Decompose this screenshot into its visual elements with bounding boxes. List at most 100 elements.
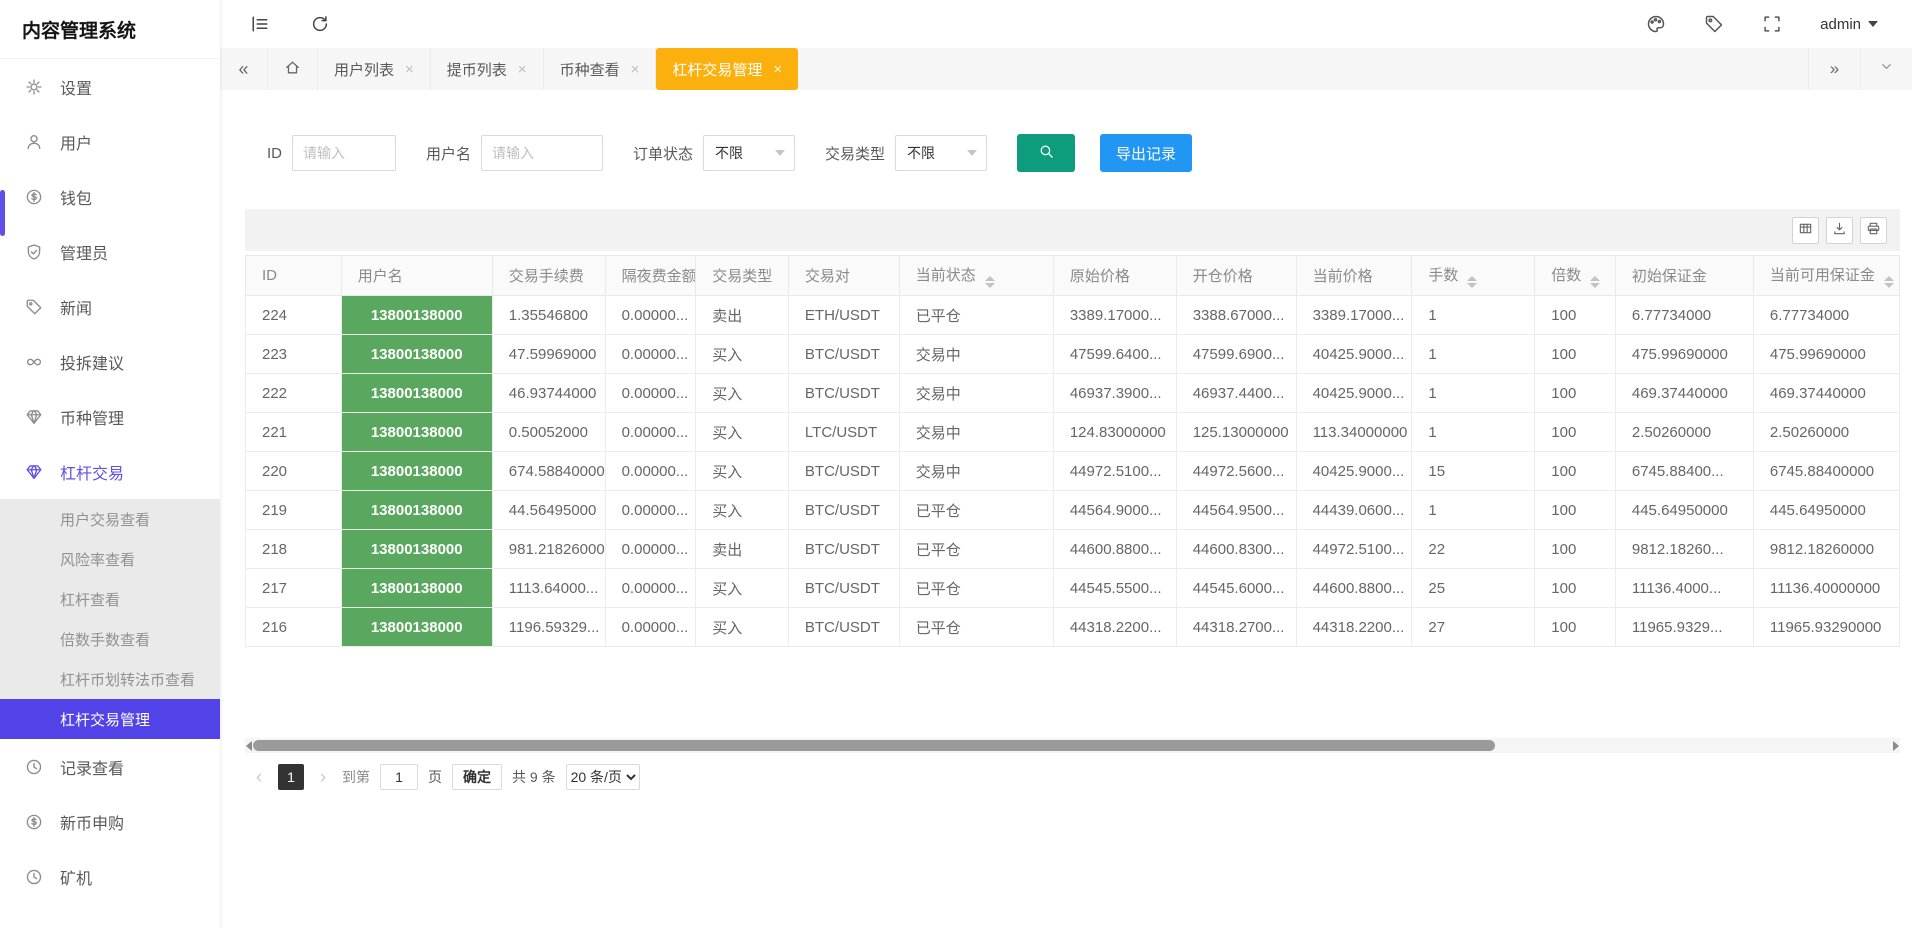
home-tab[interactable]: [268, 48, 318, 90]
current-page-button[interactable]: 1: [278, 764, 304, 790]
tab[interactable]: 杠杆交易管理×: [656, 48, 798, 90]
sort-icon[interactable]: [985, 276, 995, 288]
order-status-select[interactable]: 不限: [703, 135, 795, 171]
cell-lots: 1: [1412, 374, 1535, 413]
sidebar-item[interactable]: 新币申购: [0, 794, 220, 849]
sidebar-subitem[interactable]: 倍数手数查看: [0, 619, 220, 659]
sort-icon[interactable]: [1884, 276, 1894, 288]
cell-lots: 1: [1412, 296, 1535, 335]
columns-icon: [1798, 221, 1813, 240]
close-icon[interactable]: ×: [631, 61, 640, 78]
sidebar-item[interactable]: 管理员: [0, 224, 220, 279]
sidebar-item[interactable]: 设置: [0, 59, 220, 114]
sort-icon[interactable]: [1590, 276, 1600, 288]
columns-button[interactable]: [1792, 217, 1819, 244]
tab[interactable]: 用户列表×: [318, 48, 431, 90]
horizontal-scrollbar-thumb[interactable]: [253, 740, 1495, 751]
cell-pair: BTC/USDT: [788, 335, 899, 374]
tag-icon[interactable]: [1704, 14, 1724, 34]
cell-type: 买入: [696, 452, 789, 491]
username-badge[interactable]: 13800138000: [341, 335, 492, 374]
download-icon: [1832, 221, 1847, 240]
user-menu[interactable]: admin: [1820, 16, 1878, 33]
table-row: 217138001380001113.64000...0.00000...买入B…: [246, 569, 1900, 608]
close-icon[interactable]: ×: [518, 61, 527, 78]
palette-icon[interactable]: [1646, 14, 1666, 34]
export-button[interactable]: 导出记录: [1100, 134, 1192, 172]
close-icon[interactable]: ×: [773, 61, 782, 78]
cell-init_margin: 6745.88400...: [1615, 452, 1753, 491]
horizontal-scrollbar[interactable]: [245, 738, 1900, 753]
tabbar-right: »: [1808, 48, 1912, 90]
cell-open: 44318.2700...: [1176, 608, 1296, 647]
sidebar: 内容管理系统 设置用户钱包管理员新闻投拆建议币种管理杠杆交易 用户交易查看风险率…: [0, 0, 220, 928]
cell-fee: 0.50052000: [492, 413, 605, 452]
collapse-icon[interactable]: [250, 14, 270, 34]
tabs-scroll-right-button[interactable]: »: [1808, 48, 1860, 90]
trade-type-select[interactable]: 不限: [895, 135, 987, 171]
id-filter-input[interactable]: [292, 135, 396, 171]
sidebar-item[interactable]: 投拆建议: [0, 334, 220, 389]
sidebar-item[interactable]: 杠杆交易: [0, 444, 220, 499]
tabs-scroll-left-button[interactable]: «: [220, 48, 268, 90]
username-badge[interactable]: 13800138000: [341, 452, 492, 491]
download-button[interactable]: [1826, 217, 1853, 244]
page-size-select[interactable]: 20 条/页: [566, 764, 640, 790]
sidebar-item[interactable]: 矿机: [0, 849, 220, 904]
print-button[interactable]: [1860, 217, 1887, 244]
column-header: 当前可用保证金: [1753, 256, 1899, 296]
username-badge[interactable]: 13800138000: [341, 569, 492, 608]
cell-open: 44600.8300...: [1176, 530, 1296, 569]
search-button[interactable]: [1017, 134, 1075, 172]
sidebar-subitem[interactable]: 杠杆交易管理: [0, 699, 220, 739]
prev-page-button[interactable]: ‹: [250, 768, 268, 787]
tab[interactable]: 币种查看×: [544, 48, 657, 90]
tabs: 用户列表×提币列表×币种查看×杠杆交易管理×: [318, 48, 798, 90]
cell-id: 224: [246, 296, 342, 335]
cell-fee: 1196.59329...: [492, 608, 605, 647]
username-badge[interactable]: 13800138000: [341, 530, 492, 569]
jump-prefix-label: 到第: [342, 767, 370, 787]
sidebar-item[interactable]: 用户: [0, 114, 220, 169]
total-count-label: 共 9 条: [512, 767, 556, 787]
cell-init_margin: 2.50260000: [1615, 413, 1753, 452]
sidebar-subitem[interactable]: 杠杆币划转法币查看: [0, 659, 220, 699]
column-header: 交易类型: [696, 256, 789, 296]
sort-icon[interactable]: [1467, 276, 1477, 288]
cell-open: 46937.4400...: [1176, 374, 1296, 413]
username-badge[interactable]: 13800138000: [341, 413, 492, 452]
scroll-right-arrow-icon[interactable]: [1893, 741, 1899, 751]
sidebar-item[interactable]: 新闻: [0, 279, 220, 334]
sidebar-subitem[interactable]: 用户交易查看: [0, 499, 220, 539]
jump-page-input[interactable]: [380, 764, 418, 790]
cell-status: 交易中: [899, 335, 1053, 374]
user-icon: [25, 133, 43, 151]
cell-orig: 3389.17000...: [1053, 296, 1176, 335]
jump-confirm-button[interactable]: 确定: [452, 764, 502, 790]
sidebar-subitem[interactable]: 风险率查看: [0, 539, 220, 579]
close-icon[interactable]: ×: [405, 61, 414, 78]
refresh-icon[interactable]: [310, 14, 330, 34]
username-badge[interactable]: 13800138000: [341, 374, 492, 413]
username-filter-input[interactable]: [481, 135, 603, 171]
cell-cur: 3389.17000...: [1296, 296, 1412, 335]
scroll-left-arrow-icon[interactable]: [246, 741, 252, 751]
sidebar-scrollbar-thumb[interactable]: [0, 190, 5, 236]
sidebar-item-label: 设置: [60, 75, 92, 99]
tab[interactable]: 提币列表×: [431, 48, 544, 90]
cell-cur: 44318.2200...: [1296, 608, 1412, 647]
sidebar-item[interactable]: 钱包: [0, 169, 220, 224]
sidebar-item[interactable]: 记录查看: [0, 739, 220, 794]
cell-status: 已平仓: [899, 608, 1053, 647]
column-header: 隔夜费金额: [605, 256, 696, 296]
tabs-menu-button[interactable]: [1860, 48, 1912, 90]
sidebar-subitem[interactable]: 杠杆查看: [0, 579, 220, 619]
username-badge[interactable]: 13800138000: [341, 491, 492, 530]
username-badge[interactable]: 13800138000: [341, 296, 492, 335]
username-badge[interactable]: 13800138000: [341, 608, 492, 647]
fullscreen-icon[interactable]: [1762, 14, 1782, 34]
sidebar-item[interactable]: 币种管理: [0, 389, 220, 444]
next-page-button[interactable]: ›: [314, 768, 332, 787]
main-area: admin « 用户列表×提币列表×币种查看×杠杆交易管理× » ID 用户名: [220, 0, 1912, 928]
gem-icon: [25, 408, 43, 426]
